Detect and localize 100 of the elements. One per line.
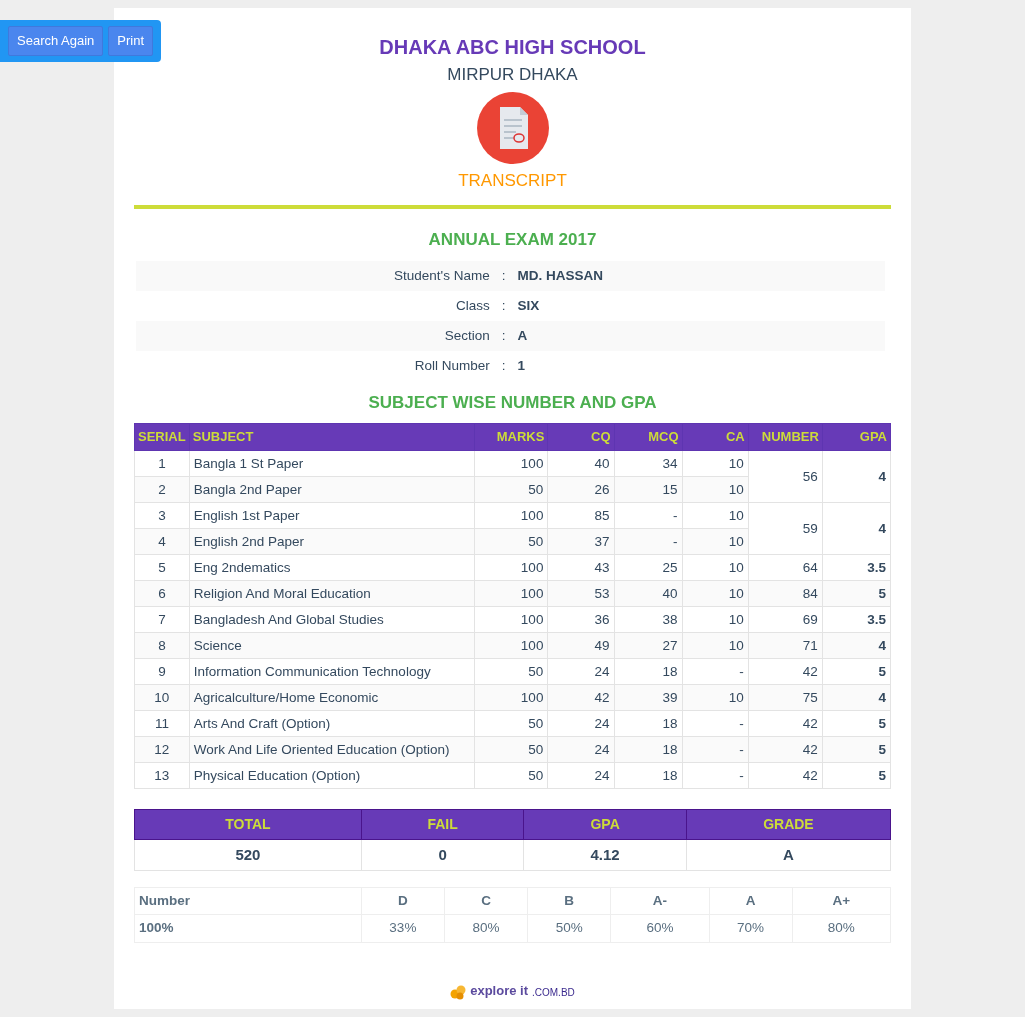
- table-cell: A+: [792, 887, 891, 915]
- table-cell: Bangla 2nd Paper: [189, 476, 475, 502]
- table-cell: Physical Education (Option): [189, 762, 475, 788]
- table-cell: 36: [547, 606, 614, 632]
- separator-colon: :: [495, 351, 512, 382]
- logo-icon: [450, 984, 467, 1000]
- field-value: 1: [511, 351, 886, 382]
- table-cell: Science: [189, 632, 475, 658]
- table-cell: A: [686, 839, 891, 871]
- table-cell: 18: [614, 658, 683, 684]
- table-cell: 38: [614, 606, 683, 632]
- separator-colon: :: [495, 290, 512, 321]
- column-header: TOTAL: [134, 809, 362, 839]
- column-header: GPA: [822, 423, 891, 450]
- table-cell: 27: [614, 632, 683, 658]
- table-cell: 5: [822, 710, 891, 736]
- brand-name: explore it: [470, 981, 528, 1000]
- table-cell: 10: [682, 554, 749, 580]
- table-cell: 50%: [527, 914, 611, 942]
- table-cell: 9: [134, 658, 190, 684]
- table-cell: 100: [474, 502, 548, 528]
- table-cell: 10: [682, 606, 749, 632]
- table-cell: 5: [822, 658, 891, 684]
- table-cell: 33%: [361, 914, 445, 942]
- table-cell: 24: [547, 762, 614, 788]
- print-button[interactable]: Print: [108, 26, 154, 56]
- table-cell: 10: [682, 476, 749, 502]
- table-cell: -: [682, 736, 749, 762]
- table-cell: 10: [134, 684, 190, 710]
- table-cell: 50: [474, 736, 548, 762]
- table-cell: 69: [748, 606, 823, 632]
- table-cell: 71: [748, 632, 823, 658]
- table-cell: 18: [614, 736, 683, 762]
- table-cell: 3: [134, 502, 190, 528]
- table-cell: 100: [474, 554, 548, 580]
- table-cell: 43: [547, 554, 614, 580]
- table-cell: 10: [682, 502, 749, 528]
- table-cell: 84: [748, 580, 823, 606]
- table-cell: 18: [614, 762, 683, 788]
- table-cell: 42: [748, 658, 823, 684]
- table-cell: 50: [474, 658, 548, 684]
- search-again-button[interactable]: Search Again: [8, 26, 104, 56]
- table-cell: 5: [822, 580, 891, 606]
- field-label: Roll Number: [136, 351, 496, 382]
- table-cell: 4: [822, 684, 891, 710]
- field-value: A: [511, 321, 886, 352]
- table-cell: 70%: [709, 914, 793, 942]
- table-cell: 10: [682, 450, 749, 476]
- column-header: CA: [682, 423, 749, 450]
- document-grade-icon: [476, 91, 549, 164]
- table-cell: 10: [682, 632, 749, 658]
- table-cell: 3.5: [822, 554, 891, 580]
- table-cell: 1: [134, 450, 190, 476]
- table-cell: C: [444, 887, 528, 915]
- table-cell: Information Communication Technology: [189, 658, 475, 684]
- table-cell: 100: [474, 450, 548, 476]
- table-cell: B: [527, 887, 611, 915]
- column-header: MCQ: [614, 423, 683, 450]
- table-cell: A: [709, 887, 793, 915]
- table-cell: Bangladesh And Global Studies: [189, 606, 475, 632]
- table-cell: 24: [547, 710, 614, 736]
- table-cell: 40: [614, 580, 683, 606]
- table-cell: English 1st Paper: [189, 502, 475, 528]
- table-cell: 8: [134, 632, 190, 658]
- table-cell: 5: [134, 554, 190, 580]
- column-header: SERIAL: [134, 423, 190, 450]
- table-cell: Agricalculture/Home Economic: [189, 684, 475, 710]
- table-cell: 3.5: [822, 606, 891, 632]
- table-cell: 39: [614, 684, 683, 710]
- table-cell: 100: [474, 606, 548, 632]
- table-cell: Number: [134, 887, 362, 915]
- table-cell: 520: [134, 839, 362, 871]
- table-cell: 15: [614, 476, 683, 502]
- column-header: FAIL: [361, 809, 524, 839]
- school-location: MIRPUR DHAKA: [446, 64, 579, 86]
- table-cell: 24: [547, 658, 614, 684]
- table-cell: 50: [474, 528, 548, 554]
- table-cell: 100: [474, 632, 548, 658]
- column-header: SUBJECT: [189, 423, 475, 450]
- table-cell: 64: [748, 554, 823, 580]
- table-cell: 18: [614, 710, 683, 736]
- table-cell: 5: [822, 736, 891, 762]
- table-cell: 11: [134, 710, 190, 736]
- table-cell: 0: [361, 839, 524, 871]
- table-cell: D: [361, 887, 445, 915]
- table-cell: -: [682, 710, 749, 736]
- table-cell: 60%: [610, 914, 710, 942]
- table-cell: 100: [474, 684, 548, 710]
- table-cell: 75: [748, 684, 823, 710]
- table-cell: 50: [474, 710, 548, 736]
- table-cell: 6: [134, 580, 190, 606]
- table-cell: 42: [748, 710, 823, 736]
- table-cell: 85: [547, 502, 614, 528]
- column-header: GRADE: [686, 809, 891, 839]
- table-cell: -: [614, 502, 683, 528]
- table-cell: 100%: [134, 914, 362, 942]
- table-cell: English 2nd Paper: [189, 528, 475, 554]
- table-cell: 4: [822, 632, 891, 658]
- table-cell: 4: [822, 450, 891, 502]
- table-cell: 42: [748, 736, 823, 762]
